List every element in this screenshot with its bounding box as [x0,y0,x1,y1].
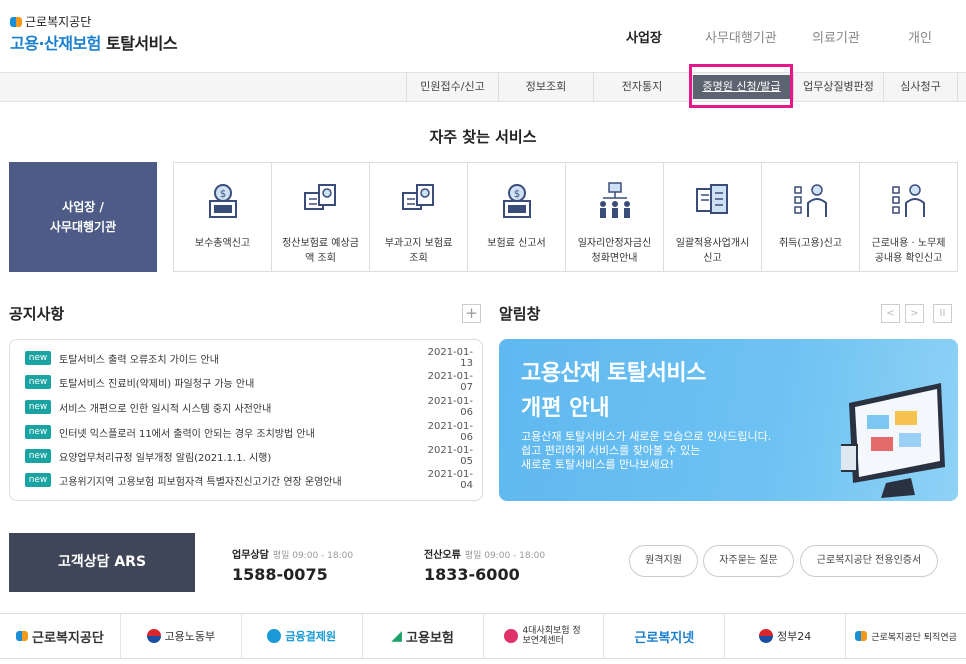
check-icon: ◢ [391,628,403,644]
list-item[interactable]: new 토탈서비스 출력 오류조치 가이드 안내 2021-01-13 [25,347,473,369]
footer-4insure[interactable]: 4대사회보험 정보연계센터 [482,614,604,658]
service-item[interactable]: 일괄적용사업개시 신고 [663,163,761,271]
subnav-info[interactable]: 정보조회 [498,73,593,101]
certificate-button[interactable]: 근로복지공단 전용인증서 [800,545,938,577]
alert-banner[interactable]: 고용산재 토탈서비스 개편 안내 고용산재 토탈서비스가 새로운 모습으로 인사… [499,339,958,501]
top-nav: 사업장 사무대행기관 의료기관 개인 [0,27,966,47]
footer-moel[interactable]: 고용노동부 [119,614,241,658]
remote-support-button[interactable]: 원격지원 [629,545,698,577]
banner-title1: 고용산재 토탈서비스 [521,361,706,386]
category-box[interactable]: 사업장 / 사무대행기관 [9,162,157,272]
footer-gov24[interactable]: 정부24 [724,614,845,658]
it-number: 1833-6000 [424,565,520,584]
subnav-appeal[interactable]: 심사청구 [883,73,958,101]
faq-button[interactable]: 자주묻는 질문 [703,545,794,577]
person-list-icon [891,184,925,217]
service-item[interactable]: 부과고지 보험료 조회 [369,163,467,271]
subnav-disease[interactable]: 업무상질병판정 [793,73,883,101]
taegeuk-icon [759,629,774,643]
ars-title: 고객상담 ARS [9,533,195,592]
svg-text:$: $ [513,189,519,200]
service-item[interactable]: $ 보수총액신고 [173,163,271,271]
footer-worknet[interactable]: 근로복지넷 [603,614,724,658]
money-bag-icon: $ [208,184,237,218]
document-search-icon [303,184,336,210]
service-item[interactable]: 정산보험료 예상금 액 조회 [271,163,369,271]
footer-links: 근로복지공단 고용노동부 금융결제원 ◢ 고용보험 4대사회보험 정보연계센터 근… [0,613,966,659]
alert-title: 알림창 [499,305,541,323]
service-row: $ 보수총액신고 정산보험료 예상금 액 조회 부과고지 보험료 조회 $ 보험료 … [173,162,958,272]
list-item[interactable]: new 고용위기지역 고용보험 피보험자격 특별자진신고기간 연장 운영안내 202… [25,469,473,491]
nav-agency[interactable]: 사무대행기관 [705,27,777,46]
subnav-civil[interactable]: 민원접수/신고 [406,73,498,101]
category-line1: 사업장 / [62,200,104,214]
nav-individual[interactable]: 개인 [908,27,932,46]
service-item[interactable]: $ 보험료 신고서 [467,163,565,271]
footer-pension[interactable]: 근로복지공단 퇴직연금 [845,614,966,658]
taegeuk-icon [146,629,161,643]
list-item[interactable]: new 서비스 개편으로 인한 일시적 시스템 중지 사전안내 2021-01-06 [25,396,473,418]
notice-more-button[interactable]: + [462,304,481,323]
list-item[interactable]: new 인터넷 익스플로러 11에서 출력이 안되는 경우 조치방법 안내 2021… [25,421,473,443]
kcomwel-logo-icon [16,630,29,642]
monitor-illustration-icon [841,383,945,498]
nav-business[interactable]: 사업장 [626,27,662,46]
kcomwel-logo-icon [855,630,868,642]
globe-icon [267,629,282,643]
banner-title2: 개편 안내 [521,396,610,421]
insurance-icon [504,629,519,643]
person-list-icon [793,184,827,217]
notice-list: new 토탈서비스 출력 오류조치 가이드 안내 2021-01-13 new 토탈서… [9,339,483,501]
service-item[interactable]: 일자리안정자금신 청화면안내 [565,163,663,271]
service-item[interactable]: 취득(고용)신고 [761,163,859,271]
banner-text: 고용산재 토탈서비스가 새로운 모습으로 인사드립니다. 쉽고 편리하게 서비스… [521,430,772,471]
document-search-icon [401,184,434,210]
highlight-box [689,64,793,108]
kcomwel-logo-icon [10,16,22,28]
subnav-notice[interactable]: 전자통지 [593,73,690,101]
footer-kcomwel[interactable]: 근로복지공단 [0,614,120,658]
next-button[interactable]: > [905,304,924,323]
footer-kftc[interactable]: 금융결제원 [240,614,362,658]
footer-ei[interactable]: ◢ 고용보험 [361,614,483,658]
people-network-icon [599,182,630,218]
frequent-title: 자주 찾는 서비스 [429,128,537,146]
it-label: 전산오류 평일 09:00 - 18:00 [424,550,546,561]
document-transfer-icon [695,184,728,214]
notice-title: 공지사항 [9,305,65,323]
nav-medical[interactable]: 의료기관 [812,27,860,46]
svg-text:$: $ [219,189,225,200]
list-item[interactable]: new 토탈서비스 진료비(약제비) 파일청구 가능 안내 2021-01-07 [25,371,473,393]
money-bag-icon: $ [502,184,531,218]
category-line2: 사무대행기관 [49,220,117,234]
prev-button[interactable]: < [881,304,900,323]
work-label: 업무상담 평일 09:00 - 18:00 [232,550,354,561]
service-item[interactable]: 근로내용 · 노무제 공내용 확인신고 [859,163,958,271]
sub-nav: 민원접수/신고 정보조회 전자통지 증명원 신청/발급 업무상질병판정 심사청구 [0,72,966,102]
pause-button[interactable]: II [933,304,952,323]
list-item[interactable]: new 요양업무처리규정 일부개정 알림(2021.1.1. 시행) 2021-01… [25,445,473,467]
work-number: 1588-0075 [232,565,328,584]
